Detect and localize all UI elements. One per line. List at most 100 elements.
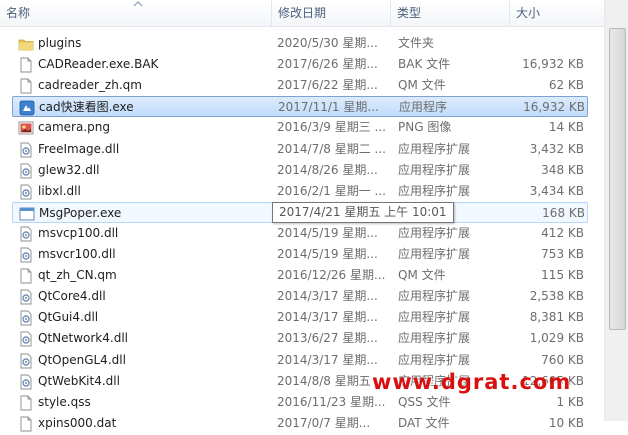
file-row[interactable]: libxl.dll 2016/2/1 星期一 ... 应用程序扩展 3,434 KB [12,181,588,202]
column-header-date[interactable]: 修改日期 [272,0,391,26]
file-row[interactable]: style.qss 2016/11/23 星期... QSS 文件 1 KB [12,392,588,413]
column-header-type-label: 类型 [397,6,422,20]
file-type: 文件夹 [398,36,435,50]
app-icon [19,100,35,116]
file-row[interactable]: msvcr100.dll 2014/5/19 星期... 应用程序扩展 753 KB [12,244,588,265]
dll-icon [18,247,34,263]
file-name: QtOpenGL4.dll [38,352,126,367]
dll-icon [18,142,34,158]
file-size: 115 KB [541,268,584,283]
window-icon [19,206,35,222]
watermark-text: www.dgrat.com [372,370,572,394]
file-size [512,33,584,54]
column-header-size[interactable]: 大小 [510,0,604,26]
column-header-name[interactable]: 名称 [0,0,272,26]
file-name: plugins [38,36,82,50]
file-type: 应用程序 [399,100,448,115]
column-header-date-label: 修改日期 [278,6,327,20]
file-type: BAK 文件 [398,57,451,72]
file-row[interactable]: QtCore4.dll 2014/3/17 星期... 应用程序扩展 2,538 KB [12,286,588,307]
dll-icon [18,353,34,369]
file-size: 2,538 KB [529,289,584,304]
file-name: xpins000.dat [38,415,117,430]
file-name: QtWebKit4.dll [38,373,120,388]
file-type: 应用程序扩展 [398,289,471,304]
image-icon [18,120,34,136]
column-header-bar: 名称 修改日期 类型 大小 [0,0,628,27]
file-size: 412 KB [541,225,584,240]
file-date: 2014/8/26 星期... [277,162,378,177]
file-type: QM 文件 [398,78,446,93]
file-type: 应用程序扩展 [398,352,471,367]
file-row[interactable]: glew32.dll 2014/8/26 星期... 应用程序扩展 348 KB [12,160,588,181]
file-row[interactable]: plugins 2020/5/30 星期... 文件夹 [12,33,588,54]
file-date: 2014/3/17 星期... [277,310,378,325]
file-size: 16,932 KB [523,100,585,115]
date-tooltip: 2017/4/21 星期五 上午 10:01 [272,202,454,223]
file-date: 2014/3/17 星期... [277,352,378,367]
file-row[interactable]: camera.png 2016/3/9 星期三 ... PNG 图像 14 KB [12,117,588,138]
file-row[interactable]: QtGui4.dll 2014/3/17 星期... 应用程序扩展 8,381 KB [12,307,588,328]
file-row[interactable]: msvcp100.dll 2014/5/19 星期... 应用程序扩展 412 KB [12,223,588,244]
file-name: cadreader_zh.qm [38,78,142,93]
vertical-scrollbar[interactable] [604,0,628,421]
dll-icon [18,163,34,179]
file-type: QM 文件 [398,268,446,283]
dll-icon [18,374,34,390]
file-row[interactable]: xpins000.dat 2017/0/7 星期... DAT 文件 10 KB [12,413,588,434]
document-icon [18,416,34,432]
file-date: 2016/3/9 星期三 ... [277,120,386,135]
file-name: libxl.dll [38,183,81,198]
file-type: 应用程序扩展 [398,162,471,177]
file-date: 2014/5/19 星期... [277,247,378,261]
file-size: 1,029 KB [529,331,584,346]
file-name: msvcr100.dll [38,247,116,261]
file-row[interactable]: QtNetwork4.dll 2013/6/27 星期... 应用程序扩展 1,029… [12,328,588,349]
file-date: 2014/5/19 星期... [277,225,378,240]
file-name: QtCore4.dll [38,289,106,304]
file-row[interactable]: cadreader_zh.qm 2017/6/22 星期... QM 文件 62 KB [12,75,588,96]
file-name: MsgPoper.exe [39,205,122,220]
document-icon [18,57,34,73]
file-row[interactable]: FreeImage.dll 2014/7/8 星期二 ... 应用程序扩展 3,432… [12,139,588,160]
sort-ascending-icon [133,1,143,7]
file-size: 10 KB [548,415,584,430]
scrollbar-thumb[interactable] [609,28,626,330]
file-name: style.qss [38,394,91,409]
file-size: 14 KB [548,120,584,135]
file-name: msvcp100.dll [38,225,119,240]
file-size: 760 KB [541,352,584,367]
dll-icon [18,310,34,326]
file-name: QtNetwork4.dll [38,331,128,346]
file-date: 2016/12/26 星期... [277,268,386,283]
file-size: 3,432 KB [529,141,584,156]
file-name: FreeImage.dll [38,141,120,156]
file-row[interactable]: QtOpenGL4.dll 2014/3/17 星期... 应用程序扩展 760 KB [12,350,588,371]
column-header-type[interactable]: 类型 [391,0,510,26]
file-date: 2017/6/26 星期... [277,57,378,72]
file-type: PNG 图像 [398,120,452,135]
file-type: 应用程序扩展 [398,183,471,198]
file-name: QtGui4.dll [38,310,99,325]
file-size: 168 KB [542,205,585,220]
file-name: cad快速看图.exe [39,100,134,115]
file-size: 1 KB [556,394,584,409]
file-name: glew32.dll [38,162,100,177]
dll-icon [18,184,34,200]
file-size: 3,434 KB [529,183,584,198]
file-size: 753 KB [541,247,584,261]
file-row[interactable]: cad快速看图.exe 2017/11/1 星期... 应用程序 16,932 KB [12,96,588,118]
file-type: 应用程序扩展 [398,141,471,156]
file-row[interactable]: qt_zh_CN.qm 2016/12/26 星期... QM 文件 115 KB [12,265,588,286]
file-type: 应用程序扩展 [398,331,471,346]
file-date: 2017/6/22 星期... [277,78,378,93]
file-size: 16,932 KB [522,57,584,72]
folder-icon [18,36,34,52]
file-type: 应用程序扩展 [398,225,471,240]
dll-icon [18,331,34,347]
file-date: 2020/5/30 星期... [277,36,378,50]
document-icon [18,395,34,411]
file-type: QSS 文件 [398,394,451,409]
column-header-size-label: 大小 [516,6,541,20]
file-row[interactable]: CADReader.exe.BAK 2017/6/26 星期... BAK 文件 16… [12,54,588,75]
